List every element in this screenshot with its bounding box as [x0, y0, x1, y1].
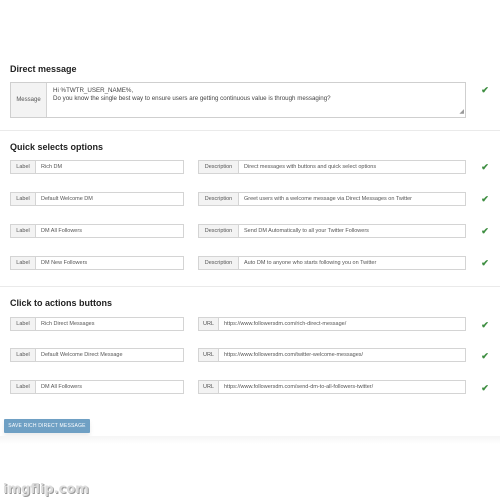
label-value[interactable]: DM New Followers [36, 257, 183, 269]
description-value[interactable]: Direct messages with buttons and quick s… [239, 161, 465, 173]
label-value[interactable]: Default Welcome DM [36, 193, 183, 205]
url-addon: URL [199, 381, 219, 393]
quick-selects-title: Quick selects options [10, 142, 104, 152]
divider [0, 286, 500, 287]
divider [0, 130, 500, 131]
check-icon: ✔ [481, 258, 489, 268]
url-value[interactable]: https://www.followersdm.com/send-dm-to-a… [219, 381, 465, 393]
quick-select-label-field[interactable]: Label DM New Followers [10, 256, 184, 270]
action-label-field[interactable]: Label Default Welcome Direct Message [10, 348, 184, 362]
watermark: imgflip.com [3, 482, 89, 497]
quick-select-description-field[interactable]: Description Greet users with a welcome m… [198, 192, 466, 206]
label-addon: Label [11, 381, 36, 393]
url-addon: URL [199, 318, 219, 330]
action-label-field[interactable]: Label Rich Direct Messages [10, 317, 184, 331]
label-value[interactable]: Rich DM [36, 161, 183, 173]
url-value[interactable]: https://www.followersdm.com/twitter-welc… [219, 349, 465, 361]
quick-select-label-field[interactable]: Label Default Welcome DM [10, 192, 184, 206]
label-addon: Label [11, 257, 36, 269]
description-value[interactable]: Greet users with a welcome message via D… [239, 193, 465, 205]
description-addon: Description [199, 225, 239, 237]
label-value[interactable]: DM All Followers [36, 381, 183, 393]
action-buttons-title: Click to actions buttons [10, 298, 113, 308]
label-addon: Label [11, 318, 36, 330]
label-addon: Label [11, 193, 36, 205]
check-icon: ✔ [481, 85, 489, 95]
message-line-2: Do you know the single best way to ensur… [53, 95, 331, 102]
label-addon: Label [11, 349, 36, 361]
label-value[interactable]: Default Welcome Direct Message [36, 349, 183, 361]
description-addon: Description [199, 193, 239, 205]
direct-message-title: Direct message [10, 64, 77, 74]
action-url-field[interactable]: URL https://www.followersdm.com/twitter-… [198, 348, 466, 362]
description-value[interactable]: Auto DM to anyone who starts following y… [239, 257, 465, 269]
quick-select-label-field[interactable]: Label Rich DM [10, 160, 184, 174]
action-url-field[interactable]: URL https://www.followersdm.com/send-dm-… [198, 380, 466, 394]
description-addon: Description [199, 161, 239, 173]
footer-shadow [0, 436, 500, 444]
message-textarea[interactable]: Hi %TWTR_USER_NAME%, Do you know the sin… [47, 83, 465, 117]
resize-handle-icon[interactable]: ◢ [459, 108, 464, 116]
message-input-group[interactable]: Message Hi %TWTR_USER_NAME%, Do you know… [10, 82, 466, 118]
check-icon: ✔ [481, 226, 489, 236]
description-addon: Description [199, 257, 239, 269]
label-value[interactable]: DM All Followers [36, 225, 183, 237]
description-value[interactable]: Send DM Automatically to all your Twitte… [239, 225, 465, 237]
quick-select-description-field[interactable]: Description Auto DM to anyone who starts… [198, 256, 466, 270]
check-icon: ✔ [481, 162, 489, 172]
save-rich-direct-message-button[interactable]: SAVE RICH DIRECT MESSAGE [4, 419, 90, 433]
check-icon: ✔ [481, 383, 489, 393]
quick-select-label-field[interactable]: Label DM All Followers [10, 224, 184, 238]
url-value[interactable]: https://www.followersdm.com/rich-direct-… [219, 318, 465, 330]
message-addon: Message [11, 83, 47, 117]
quick-select-description-field[interactable]: Description Direct messages with buttons… [198, 160, 466, 174]
label-addon: Label [11, 161, 36, 173]
url-addon: URL [199, 349, 219, 361]
action-url-field[interactable]: URL https://www.followersdm.com/rich-dir… [198, 317, 466, 331]
label-value[interactable]: Rich Direct Messages [36, 318, 183, 330]
quick-select-description-field[interactable]: Description Send DM Automatically to all… [198, 224, 466, 238]
check-icon: ✔ [481, 320, 489, 330]
check-icon: ✔ [481, 194, 489, 204]
label-addon: Label [11, 225, 36, 237]
action-label-field[interactable]: Label DM All Followers [10, 380, 184, 394]
message-line-1: Hi %TWTR_USER_NAME%, [53, 87, 134, 94]
check-icon: ✔ [481, 351, 489, 361]
